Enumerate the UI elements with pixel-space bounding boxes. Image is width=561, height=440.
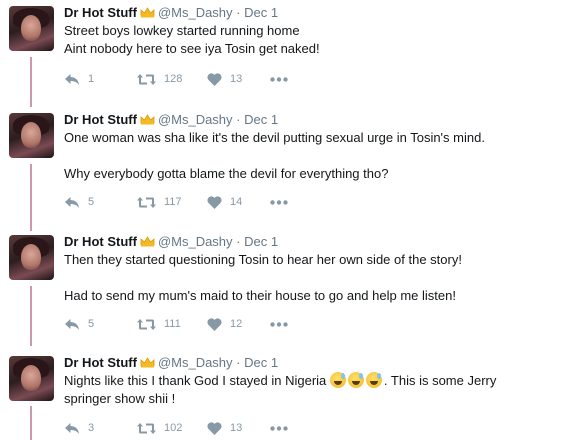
more-button[interactable]	[270, 199, 288, 205]
retweet-button[interactable]: 128	[137, 73, 207, 86]
tweet-line: Nights like this I thank God I stayed in…	[64, 372, 544, 390]
tweet[interactable]: Dr Hot Stuff @Ms_Dashy · Dec 1 Nights lik…	[0, 350, 561, 440]
tweet-actions: 5 111 12	[64, 315, 288, 333]
tweet-text: Nights like this I thank God I stayed in…	[64, 372, 544, 408]
tweet-date[interactable]: Dec 1	[244, 112, 278, 127]
crown-icon	[140, 236, 155, 247]
tweet-line: Street boys lowkey started running home	[64, 23, 300, 38]
tweet-header: Dr Hot Stuff @Ms_Dashy · Dec 1	[64, 234, 278, 250]
tweet-text: Then they started questioning Tosin to h…	[64, 251, 544, 305]
tweet[interactable]: Dr Hot Stuff @Ms_Dashy · Dec 1 Then they …	[0, 229, 561, 347]
crown-icon	[140, 357, 155, 368]
tweet-header: Dr Hot Stuff @Ms_Dashy · Dec 1	[64, 5, 278, 21]
tweet-line: springer show shii !	[64, 391, 176, 406]
user-handle[interactable]: @Ms_Dashy	[158, 112, 233, 127]
more-button[interactable]	[270, 425, 288, 431]
reply-icon	[65, 196, 79, 208]
retweet-count: 128	[164, 73, 183, 85]
more-icon	[270, 321, 288, 327]
tweet-line-part: Nights like this I thank God I stayed in…	[64, 373, 327, 388]
tweet-actions: 1 128 13	[64, 70, 288, 88]
tweet-header: Dr Hot Stuff @Ms_Dashy · Dec 1	[64, 112, 278, 128]
like-count: 13	[230, 422, 243, 434]
like-count: 13	[230, 73, 243, 85]
tweet-actions: 3 102 13	[64, 419, 288, 437]
avatar[interactable]	[9, 235, 54, 280]
retweet-count: 117	[164, 196, 182, 208]
more-icon	[270, 76, 288, 82]
reply-icon	[65, 422, 79, 434]
tweet-line: Why everybody gotta blame the devil for …	[64, 166, 389, 181]
more-button[interactable]	[270, 321, 288, 327]
separator: ·	[236, 234, 241, 249]
reply-icon	[65, 318, 79, 330]
heart-icon	[207, 195, 222, 209]
tweet[interactable]: Dr Hot Stuff @Ms_Dashy · Dec 1 Street boy…	[0, 0, 561, 118]
tweet[interactable]: Dr Hot Stuff @Ms_Dashy · Dec 1 One woman …	[0, 107, 561, 225]
like-button[interactable]: 13	[207, 421, 270, 435]
like-button[interactable]: 14	[207, 195, 270, 209]
avatar[interactable]	[9, 356, 54, 401]
retweet-button[interactable]: 111	[137, 318, 207, 331]
heart-icon	[207, 72, 222, 86]
display-name[interactable]: Dr Hot Stuff	[64, 355, 137, 370]
user-handle[interactable]: @Ms_Dashy	[158, 5, 233, 20]
avatar[interactable]	[9, 6, 54, 51]
retweet-icon	[137, 318, 156, 330]
reply-button[interactable]: 5	[64, 318, 137, 331]
grinning-sweat-face-emoji	[329, 372, 346, 388]
tweet-line-part: . This is some Jerry	[383, 373, 497, 388]
tweet-date[interactable]: Dec 1	[244, 234, 278, 249]
tweet-line: One woman was sha like it's the devil pu…	[64, 130, 485, 145]
tweet-header: Dr Hot Stuff @Ms_Dashy · Dec 1	[64, 355, 278, 371]
avatar[interactable]	[9, 113, 54, 158]
user-handle[interactable]: @Ms_Dashy	[158, 234, 233, 249]
more-icon	[270, 199, 288, 205]
display-name[interactable]: Dr Hot Stuff	[64, 234, 137, 249]
more-button[interactable]	[270, 76, 288, 82]
reply-icon	[65, 73, 79, 85]
like-button[interactable]: 12	[207, 317, 270, 331]
reply-count: 3	[88, 422, 95, 434]
grinning-sweat-face-emoji	[365, 372, 382, 388]
tweet-line: Had to send my mum's maid to their house…	[64, 288, 456, 303]
tweet-text: One woman was sha like it's the devil pu…	[64, 129, 544, 183]
tweet-date[interactable]: Dec 1	[244, 355, 278, 370]
crown-icon	[140, 7, 155, 18]
crown-icon	[140, 114, 155, 125]
like-count: 12	[230, 318, 243, 330]
more-icon	[270, 425, 288, 431]
grinning-sweat-face-emoji	[347, 372, 364, 388]
reply-count: 5	[88, 318, 95, 330]
retweet-button[interactable]: 117	[137, 196, 207, 209]
tweet-actions: 5 117 14	[64, 193, 288, 211]
like-button[interactable]: 13	[207, 72, 270, 86]
reply-button[interactable]: 1	[64, 73, 137, 86]
heart-icon	[207, 317, 222, 331]
reply-count: 5	[88, 196, 95, 208]
separator: ·	[236, 355, 241, 370]
heart-icon	[207, 421, 222, 435]
reply-button[interactable]: 5	[64, 196, 137, 209]
retweet-count: 102	[164, 422, 183, 434]
retweet-count: 111	[164, 318, 181, 330]
reply-count: 1	[88, 73, 95, 85]
retweet-button[interactable]: 102	[137, 422, 207, 435]
tweet-text: Street boys lowkey started running home …	[64, 22, 544, 58]
separator: ·	[236, 112, 241, 127]
reply-button[interactable]: 3	[64, 422, 137, 435]
display-name[interactable]: Dr Hot Stuff	[64, 112, 137, 127]
display-name[interactable]: Dr Hot Stuff	[64, 5, 137, 20]
retweet-icon	[137, 422, 156, 434]
user-handle[interactable]: @Ms_Dashy	[158, 355, 233, 370]
tweet-date[interactable]: Dec 1	[244, 5, 278, 20]
tweet-line: Then they started questioning Tosin to h…	[64, 252, 462, 267]
tweet-line: Aint nobody here to see iya Tosin get na…	[64, 41, 320, 56]
separator: ·	[236, 5, 241, 20]
retweet-icon	[137, 196, 156, 208]
retweet-icon	[137, 73, 156, 85]
like-count: 14	[230, 196, 243, 208]
